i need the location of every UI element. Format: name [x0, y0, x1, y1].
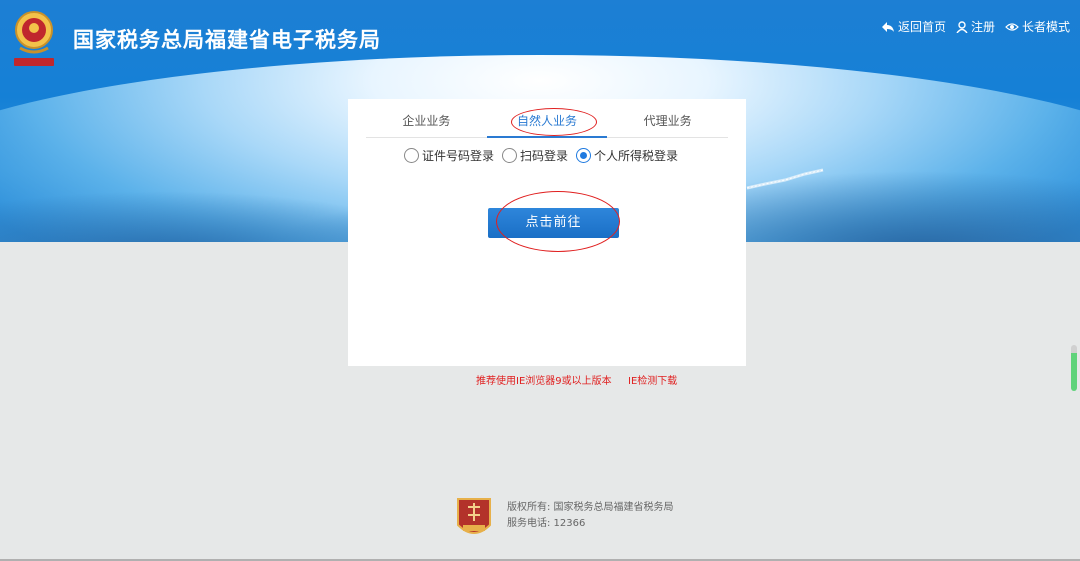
home-link[interactable]: 返回首页: [881, 18, 946, 35]
tax-emblem-logo: [14, 11, 54, 66]
go-button[interactable]: 点击前往: [488, 208, 619, 238]
footer-info: 版权所有: 国家税务总局福建省税务局 服务电话: 12366: [507, 500, 674, 532]
business-tabs: 企业业务 自然人业务 代理业务: [366, 105, 728, 138]
browser-recommendation: 推荐使用IE浏览器9或以上版本: [476, 376, 612, 387]
radio-iit-login-circle: [576, 148, 592, 163]
tab-enterprise[interactable]: 企业业务: [366, 105, 487, 137]
eye-icon: [1005, 22, 1019, 31]
radio-scan-login[interactable]: 扫码登录: [502, 147, 568, 164]
page-title: 国家税务总局福建省电子税务局: [73, 28, 381, 52]
footer-badge-logo: [457, 498, 491, 534]
register-link[interactable]: 注册: [956, 18, 995, 35]
radio-id-login-circle: [404, 148, 419, 163]
radio-id-login[interactable]: 证件号码登录: [404, 147, 494, 164]
back-icon: [881, 21, 894, 32]
footer-phone: 服务电话: 12366: [507, 518, 586, 529]
tab-natural-person[interactable]: 自然人业务: [486, 105, 608, 138]
great-wall-decoration: [746, 168, 824, 190]
radio-id-login-label: 证件号码登录: [422, 149, 495, 163]
user-icon: [956, 20, 968, 33]
radio-scan-login-label: 扫码登录: [520, 149, 569, 163]
radio-iit-login-label: 个人所得税登录: [594, 149, 679, 163]
radio-iit-login[interactable]: 个人所得税登录: [576, 147, 678, 164]
elder-mode-link[interactable]: 长者模式: [1005, 18, 1070, 35]
radio-scan-login-circle: [502, 148, 518, 163]
login-method-group: 证件号码登录 扫码登录 个人所得税登录: [404, 147, 678, 164]
scroll-indicator[interactable]: [1071, 345, 1077, 391]
ie-check-download-link[interactable]: IE检测下载: [628, 372, 677, 387]
register-link-label: 注册: [970, 20, 995, 34]
footer-copyright: 版权所有: 国家税务总局福建省税务局: [507, 502, 674, 513]
top-nav: 返回首页 注册 长者模式: [881, 18, 1070, 35]
login-panel: 企业业务 自然人业务 代理业务 证件号码登录 扫码登录 个人所得税登录 点击前往: [348, 99, 746, 366]
elder-mode-link-label: 长者模式: [1021, 20, 1070, 34]
tab-agency[interactable]: 代理业务: [607, 105, 728, 137]
home-link-label: 返回首页: [897, 20, 946, 34]
